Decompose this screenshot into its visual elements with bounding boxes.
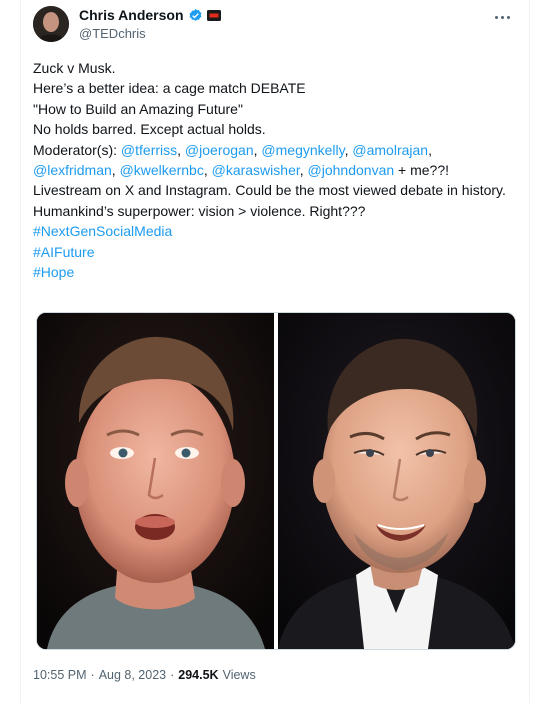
moderators-label: Moderator(s): xyxy=(33,141,121,158)
tweet-header: Chris Anderson @TEDchris xyxy=(33,6,517,46)
ted-affiliation-icon[interactable] xyxy=(206,9,221,21)
mention-link[interactable]: @johndonvan xyxy=(308,162,395,178)
mention-link[interactable]: @tferriss xyxy=(121,142,177,158)
hashtag-link[interactable]: #Hope xyxy=(33,262,519,282)
moderators-line: Moderator(s): @tferriss, @joerogan, @meg… xyxy=(33,140,519,160)
mark-zuckerberg-photo[interactable] xyxy=(37,313,274,649)
moderators-tail: + me??! xyxy=(394,162,450,179)
separator: , xyxy=(299,162,308,179)
tweet-line: Livestream on X and Instagram. Could be … xyxy=(33,182,506,199)
avatar[interactable] xyxy=(33,6,69,42)
right-photo-image xyxy=(278,313,515,649)
views-label: Views xyxy=(222,668,256,682)
meta-dot: · xyxy=(90,668,95,682)
meta-dot: · xyxy=(170,668,175,682)
author-handle[interactable]: @TEDchris xyxy=(79,26,146,41)
mention-link[interactable]: @karaswisher xyxy=(212,162,300,178)
tweet-metadata: 10:55 PM · Aug 8, 2023 · 294.5K Views xyxy=(33,668,256,682)
author-display-name[interactable]: Chris Anderson xyxy=(79,7,184,23)
hashtag-link[interactable]: #NextGenSocialMedia xyxy=(33,221,519,241)
tweet-line: Zuck v Musk. xyxy=(33,60,116,76)
elon-musk-photo[interactable] xyxy=(278,313,515,649)
mention-link[interactable]: @amolrajan xyxy=(352,142,428,158)
tweet-line: "How to Build an Amazing Future" xyxy=(33,100,243,117)
tweet-date[interactable]: Aug 8, 2023 xyxy=(99,668,166,682)
mention-link[interactable]: @joerogan xyxy=(185,142,254,158)
more-options-icon[interactable] xyxy=(493,10,513,24)
avatar-image xyxy=(33,6,69,42)
tweet-time[interactable]: 10:55 PM xyxy=(33,668,87,682)
author-name-row: Chris Anderson xyxy=(79,7,221,23)
separator: , xyxy=(203,162,212,179)
tweet-line: Humankind’s superpower: vision > violenc… xyxy=(33,202,366,219)
mention-link[interactable]: @megynkelly xyxy=(261,142,344,158)
verified-badge-icon xyxy=(189,8,201,21)
hashtag-link[interactable]: #AIFuture xyxy=(33,242,519,262)
left-photo-image xyxy=(37,313,274,649)
tweet-card: Chris Anderson @TEDchris Zuck v Musk. He… xyxy=(20,0,530,703)
moderators-line-2: @lexfridman, @kwelkernbc, @karaswisher, … xyxy=(33,160,519,180)
tweet-line: No holds barred. Except actual holds. xyxy=(33,121,266,138)
separator: , xyxy=(111,162,120,179)
tweet-line: Here’s a better idea: a cage match DEBAT… xyxy=(33,80,306,97)
mention-link[interactable]: @kwelkernbc xyxy=(120,162,204,178)
mention-link[interactable]: @lexfridman xyxy=(33,162,112,178)
separator: , xyxy=(177,141,185,158)
views-count: 294.5K xyxy=(178,668,219,682)
separator: , xyxy=(428,141,432,158)
tweet-media[interactable] xyxy=(36,312,516,650)
tweet-body: Zuck v Musk. Here’s a better idea: a cag… xyxy=(33,58,519,282)
